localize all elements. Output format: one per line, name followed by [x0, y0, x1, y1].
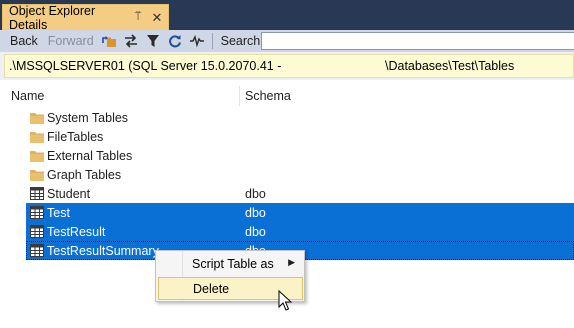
folder-icon — [28, 110, 46, 126]
search-label: Search — [220, 34, 261, 48]
row-schema: dbo — [245, 205, 266, 220]
row-name: TestResult — [47, 224, 106, 239]
arrows-swap-icon[interactable] — [120, 31, 142, 51]
sync-icon[interactable] — [98, 31, 120, 51]
folder-icon — [28, 148, 46, 164]
tab-title: Object Explorer Details — [9, 3, 96, 32]
table-icon — [28, 243, 46, 259]
table-icon — [28, 186, 46, 202]
menu-item-script-table-as[interactable]: Script Table as ▶ — [158, 252, 303, 275]
row-name: Test — [47, 205, 70, 220]
folder-icon — [28, 129, 46, 145]
refresh-icon[interactable] — [164, 31, 186, 51]
row-name: External Tables — [47, 148, 133, 163]
table-row[interactable]: Test dbo — [26, 203, 574, 222]
list-item[interactable]: FileTables — [26, 127, 574, 146]
column-header-name[interactable]: Name — [11, 89, 44, 103]
search-input[interactable] — [261, 32, 574, 50]
table-row[interactable]: TestResult dbo — [26, 222, 574, 241]
row-name: Student — [47, 186, 91, 201]
object-path: \Databases\Test\Tables — [385, 59, 515, 73]
row-name: TestResultSummary — [47, 243, 159, 258]
list-item[interactable]: External Tables — [26, 146, 574, 165]
column-divider[interactable] — [239, 86, 240, 106]
table-icon — [28, 205, 46, 221]
row-name: System Tables — [47, 110, 129, 125]
list-item[interactable]: Graph Tables — [26, 165, 574, 184]
table-icon — [28, 224, 46, 240]
column-header-schema[interactable]: Schema — [245, 89, 291, 103]
back-button[interactable]: Back — [6, 31, 42, 51]
toolbar: Back Forward Search — [0, 30, 574, 52]
submenu-arrow-icon: ▶ — [288, 257, 295, 267]
mouse-cursor-icon — [278, 290, 292, 311]
row-name: FileTables — [47, 129, 104, 144]
server-label: .\MSSQLSERVER01 (SQL Server 15.0.2070.41… — [9, 59, 282, 73]
forward-button[interactable]: Forward — [44, 31, 98, 51]
table-row[interactable]: Student dbo — [26, 184, 574, 203]
folder-icon — [28, 167, 46, 183]
tab-object-explorer-details[interactable]: Object Explorer Details ⍡ ✕ — [2, 3, 169, 32]
document-tab-strip: Object Explorer Details ⍡ ✕ — [0, 0, 574, 32]
pin-icon[interactable]: ⍡ — [131, 11, 145, 24]
filter-icon[interactable] — [142, 31, 164, 51]
path-bar: .\MSSQLSERVER01 (SQL Server 15.0.2070.41… — [4, 54, 574, 78]
menu-item-label: Delete — [193, 281, 230, 296]
menu-item-label: Script Table as — [192, 256, 274, 271]
toolbar-separator — [211, 33, 213, 49]
row-schema: dbo — [245, 186, 266, 201]
close-icon[interactable]: ✕ — [150, 10, 164, 26]
row-name: Graph Tables — [47, 167, 122, 182]
row-schema: dbo — [245, 224, 266, 239]
list-item[interactable]: System Tables — [26, 108, 574, 127]
activity-monitor-icon[interactable] — [186, 31, 208, 51]
